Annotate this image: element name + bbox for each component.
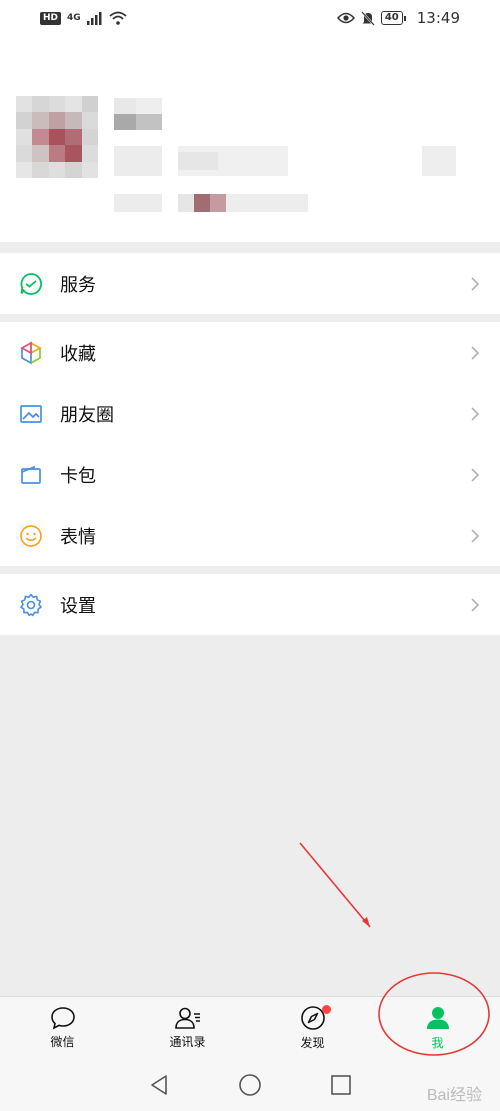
back-icon[interactable] [148, 1074, 170, 1096]
profile-header[interactable] [0, 36, 500, 242]
menu-item-settings[interactable]: 设置 [0, 574, 500, 635]
signal-icon [86, 11, 102, 25]
eye-icon [336, 12, 355, 24]
tab-contacts[interactable]: 通讯录 [125, 997, 250, 1058]
chevron-right-icon [468, 597, 482, 612]
contacts-icon [174, 1007, 200, 1029]
bell-off-icon [361, 10, 375, 26]
menu-item-services[interactable]: 服务 [0, 253, 500, 314]
tab-label-chats: 微信 [50, 1034, 75, 1049]
menu-label-services: 服务 [60, 274, 96, 296]
chevron-right-icon [468, 406, 482, 421]
menu-item-cards[interactable]: 卡包 [0, 444, 500, 505]
menu-item-favorites[interactable]: 收藏 [0, 322, 500, 383]
tab-chats[interactable]: 微信 [0, 997, 125, 1058]
battery-indicator: 40 [380, 11, 406, 25]
image-icon [18, 401, 44, 427]
tab-discover[interactable]: 发现 [250, 997, 375, 1058]
menu-label-moments: 朋友圈 [60, 404, 114, 426]
status-left: HD 4G [40, 11, 127, 25]
new-badge-dot [322, 1005, 331, 1014]
menu-label-cards: 卡包 [60, 465, 96, 487]
status-right: 40 13:49 [336, 9, 460, 27]
annotation-arrow [299, 842, 371, 928]
group-settings: 设置 [0, 574, 500, 635]
clock: 13:49 [416, 9, 460, 27]
cube-icon [18, 340, 44, 366]
gear-icon [18, 592, 44, 618]
status-bar: HD 4G 40 13:49 [0, 0, 500, 36]
hd-indicator: HD [40, 11, 62, 25]
smiley-icon [18, 523, 44, 549]
home-icon[interactable] [238, 1073, 262, 1097]
services-icon [18, 271, 44, 297]
annotation-circle [378, 972, 490, 1056]
chevron-right-icon [468, 345, 482, 360]
group-main: 收藏 朋友圈 卡包 表情 [0, 322, 500, 566]
menu-item-moments[interactable]: 朋友圈 [0, 383, 500, 444]
tab-label-contacts: 通讯录 [169, 1034, 206, 1049]
chevron-right-icon [468, 528, 482, 543]
avatar[interactable] [16, 96, 98, 178]
group-services: 服务 [0, 253, 500, 314]
menu-label-favorites: 收藏 [60, 343, 96, 365]
watermark: Bai经验 [426, 1087, 482, 1104]
system-nav-bar: Bai经验 [0, 1058, 500, 1111]
menu-label-stickers: 表情 [60, 526, 96, 548]
wifi-icon [109, 11, 127, 25]
chevron-right-icon [468, 467, 482, 482]
network-type: 4G [67, 13, 81, 23]
chat-bubble-icon [50, 1006, 75, 1030]
chevron-right-icon [468, 276, 482, 291]
tab-label-discover: 发现 [300, 1035, 325, 1050]
menu-label-settings: 设置 [60, 595, 96, 617]
recents-icon[interactable] [330, 1074, 352, 1096]
menu-item-stickers[interactable]: 表情 [0, 505, 500, 566]
wallet-icon [18, 462, 44, 488]
